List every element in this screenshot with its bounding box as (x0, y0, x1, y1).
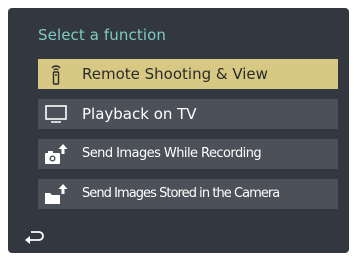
function-select-screen: Select a function Remote Shooting & View… (8, 8, 349, 253)
menu-item-remote-shooting[interactable]: Remote Shooting & View (38, 59, 338, 89)
menu-item-playback-tv[interactable]: Playback on TV (38, 99, 338, 129)
menu-item-label: Send Images Stored in the Camera (82, 186, 280, 201)
tv-icon (45, 105, 67, 123)
menu-item-send-while-recording[interactable]: Send Images While Recording (38, 139, 338, 169)
menu-item-label: Send Images While Recording (82, 146, 262, 161)
menu-item-send-stored-images[interactable]: Send Images Stored in the Camera (38, 179, 338, 209)
menu-item-label: Remote Shooting & View (82, 65, 268, 83)
remote-antenna-icon (51, 65, 61, 85)
menu-item-label: Playback on TV (82, 105, 197, 123)
screen-title: Select a function (38, 26, 166, 44)
camera-send-icon (45, 144, 68, 164)
folder-send-icon (45, 184, 68, 204)
back-arrow-icon[interactable] (22, 227, 46, 247)
